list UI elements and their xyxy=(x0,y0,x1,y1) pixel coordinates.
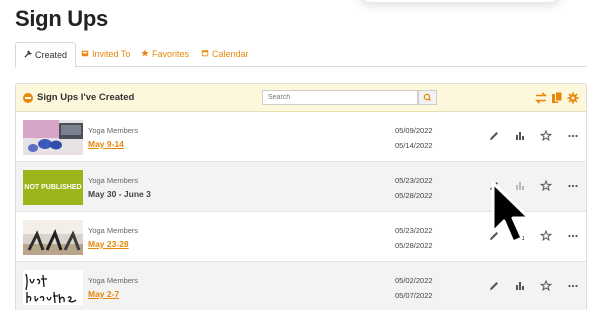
row-title-link[interactable]: May 23-28 xyxy=(88,239,129,249)
collapse-icon[interactable] xyxy=(23,93,33,103)
thumbnail-yoga-mat xyxy=(23,120,83,155)
row-group: Yoga Members xyxy=(88,276,139,285)
thumbnail-yoga-class xyxy=(23,220,83,255)
pencil-icon[interactable] xyxy=(488,130,500,142)
tab-label: Invited To xyxy=(92,49,131,59)
tab-invited-to[interactable]: Invited To xyxy=(73,42,138,67)
tab-calendar[interactable]: Calendar xyxy=(193,42,257,67)
table-row[interactable]: Yoga Members May 2-7 05/02/2022 05/07/20… xyxy=(16,262,586,310)
tab-bar: Created Invited To Favorites Calendar xyxy=(15,42,587,68)
more-icon[interactable] xyxy=(567,230,579,242)
row-title-link[interactable]: May 9-14 xyxy=(88,139,124,149)
row-end-date: 05/14/2022 xyxy=(395,141,433,150)
thumbnail-not-published: NOT PUBLISHED xyxy=(23,170,83,205)
copy-icon[interactable] xyxy=(551,91,563,105)
search-icon xyxy=(423,93,431,101)
row-end-date: 05/28/2022 xyxy=(395,191,433,200)
bar-chart-icon[interactable] xyxy=(514,130,526,142)
panel-header: Sign Ups I've Created xyxy=(16,84,586,112)
row-group: Yoga Members xyxy=(88,226,139,235)
tab-label: Calendar xyxy=(212,49,249,59)
star-outline-icon[interactable] xyxy=(540,180,552,192)
star-outline-icon[interactable] xyxy=(540,230,552,242)
star-icon xyxy=(141,42,149,66)
gear-icon[interactable] xyxy=(567,91,579,105)
row-start-date: 05/02/2022 xyxy=(395,276,433,285)
tab-created[interactable]: Created xyxy=(15,42,77,68)
calendar-icon xyxy=(201,42,209,66)
star-outline-icon[interactable] xyxy=(540,280,552,292)
page-title: Sign Ups xyxy=(15,6,108,31)
pencil-icon[interactable] xyxy=(488,280,500,292)
star-outline-icon[interactable] xyxy=(540,130,552,142)
row-start-date: 05/09/2022 xyxy=(395,126,433,135)
more-icon[interactable] xyxy=(567,280,579,292)
row-group: Yoga Members xyxy=(88,126,139,135)
swap-icon[interactable] xyxy=(535,91,547,105)
dropdown-shadow xyxy=(360,0,560,2)
tab-favorites[interactable]: Favorites xyxy=(133,42,197,67)
mouse-cursor-icon xyxy=(491,181,531,244)
row-start-date: 05/23/2022 xyxy=(395,226,433,235)
row-end-date: 05/07/2022 xyxy=(395,291,433,300)
table-row[interactable]: Yoga Members May 9-14 05/09/2022 05/14/2… xyxy=(16,112,586,162)
row-title-link[interactable]: May 2-7 xyxy=(88,289,119,299)
inbox-icon xyxy=(81,42,89,66)
more-icon[interactable] xyxy=(567,130,579,142)
thumbnail-just-breathe xyxy=(23,270,83,305)
row-start-date: 05/23/2022 xyxy=(395,176,433,185)
tab-label: Created xyxy=(35,50,68,60)
search-input[interactable] xyxy=(262,90,418,105)
row-group: Yoga Members xyxy=(88,176,139,185)
search-button[interactable] xyxy=(418,90,437,105)
panel-title: Sign Ups I've Created xyxy=(37,92,135,103)
row-end-date: 05/28/2022 xyxy=(395,241,433,250)
bar-chart-icon[interactable] xyxy=(514,280,526,292)
row-title: May 30 - June 3 xyxy=(88,189,151,199)
wrench-icon xyxy=(24,43,32,67)
tab-label: Favorites xyxy=(152,49,190,59)
more-icon[interactable] xyxy=(567,180,579,192)
